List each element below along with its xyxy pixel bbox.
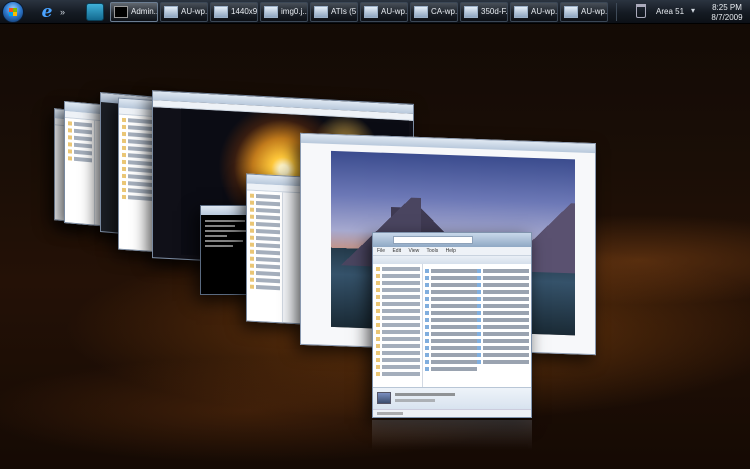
taskbar-button[interactable]: AU-wp... [360,2,408,22]
quick-launch-chevron-icon[interactable]: » [60,3,70,21]
menu-help[interactable]: Help [446,248,456,254]
taskbar-button[interactable]: AU-wp... [560,2,608,22]
clock-time: 8:25 PM [712,3,742,12]
start-button[interactable] [2,1,24,23]
tray-chevron-icon[interactable]: ▾ [691,6,695,15]
taskbar-button-label: AU-wp... [531,7,557,16]
taskbar-button-label: AU-wp... [581,7,607,16]
flip3d-window-explorer[interactable] [246,173,306,325]
taskbar-button[interactable]: AU-wp... [510,2,558,22]
taskbar-button[interactable]: img0.j... [260,2,308,22]
folder-tree [65,118,95,225]
menu-edit[interactable]: Edit [392,248,401,254]
taskbar-button-label: img0.j... [281,7,307,16]
window-menubar: File Edit View Tools Help [373,247,531,256]
file-list [423,264,531,387]
details-pane [373,387,531,409]
explorer-window-icon [514,6,528,18]
explorer-window-icon [214,6,228,18]
taskbar-button-label: AU-wp... [381,7,407,16]
explorer-window-icon [164,6,178,18]
explorer-window-icon [364,6,378,18]
switch-windows-icon[interactable] [86,3,104,21]
explorer-window-icon [564,6,578,18]
command-bar [373,256,531,264]
folder-tree [373,264,423,387]
taskbar-button[interactable]: CA-wp... [410,2,458,22]
explorer-window-icon [414,6,428,18]
taskbar-button-label: 1440x9... [231,7,257,16]
address-bar[interactable] [393,236,473,244]
taskbar-button-label: 350d-F... [481,7,507,16]
window-reflection [372,420,532,450]
language-indicator[interactable]: Area 51 [656,7,684,16]
explorer-window-icon [314,6,328,18]
tray-divider [616,3,617,21]
menu-tools[interactable]: Tools [427,248,439,254]
window-titlebar [301,133,595,154]
taskbar-button[interactable]: Admin... [110,2,158,22]
taskbar-button-label: Admin... [131,7,157,16]
taskbar: e » Admin... AU-wp... 1440x9... img0.j..… [0,0,750,24]
folder-tree [247,190,283,323]
internet-explorer-icon[interactable]: e [38,3,56,21]
flip3d-window-explorer-front[interactable]: File Edit View Tools Help [372,232,532,418]
taskbar-button-label: AU-wp... [181,7,207,16]
recycle-bin-icon[interactable] [636,4,646,18]
taskbar-button[interactable]: 350d-F... [460,2,508,22]
command-prompt-icon [114,6,128,18]
window-titlebar [373,233,531,247]
taskbar-button-label: CA-wp... [431,7,457,16]
taskbar-button[interactable]: ATIs (5... [310,2,358,22]
taskbar-button[interactable]: AU-wp... [160,2,208,22]
explorer-window-icon [464,6,478,18]
taskbar-button-label: ATIs (5... [331,7,357,16]
clock[interactable]: 8:25 PM 8/7/2009 [707,3,747,23]
file-thumbnail [377,392,391,404]
explorer-window-icon [264,6,278,18]
menu-file[interactable]: File [377,248,385,254]
status-bar [373,409,531,417]
taskbar-button[interactable]: 1440x9... [210,2,258,22]
menu-view[interactable]: View [408,248,419,254]
clock-date: 8/7/2009 [711,13,743,22]
